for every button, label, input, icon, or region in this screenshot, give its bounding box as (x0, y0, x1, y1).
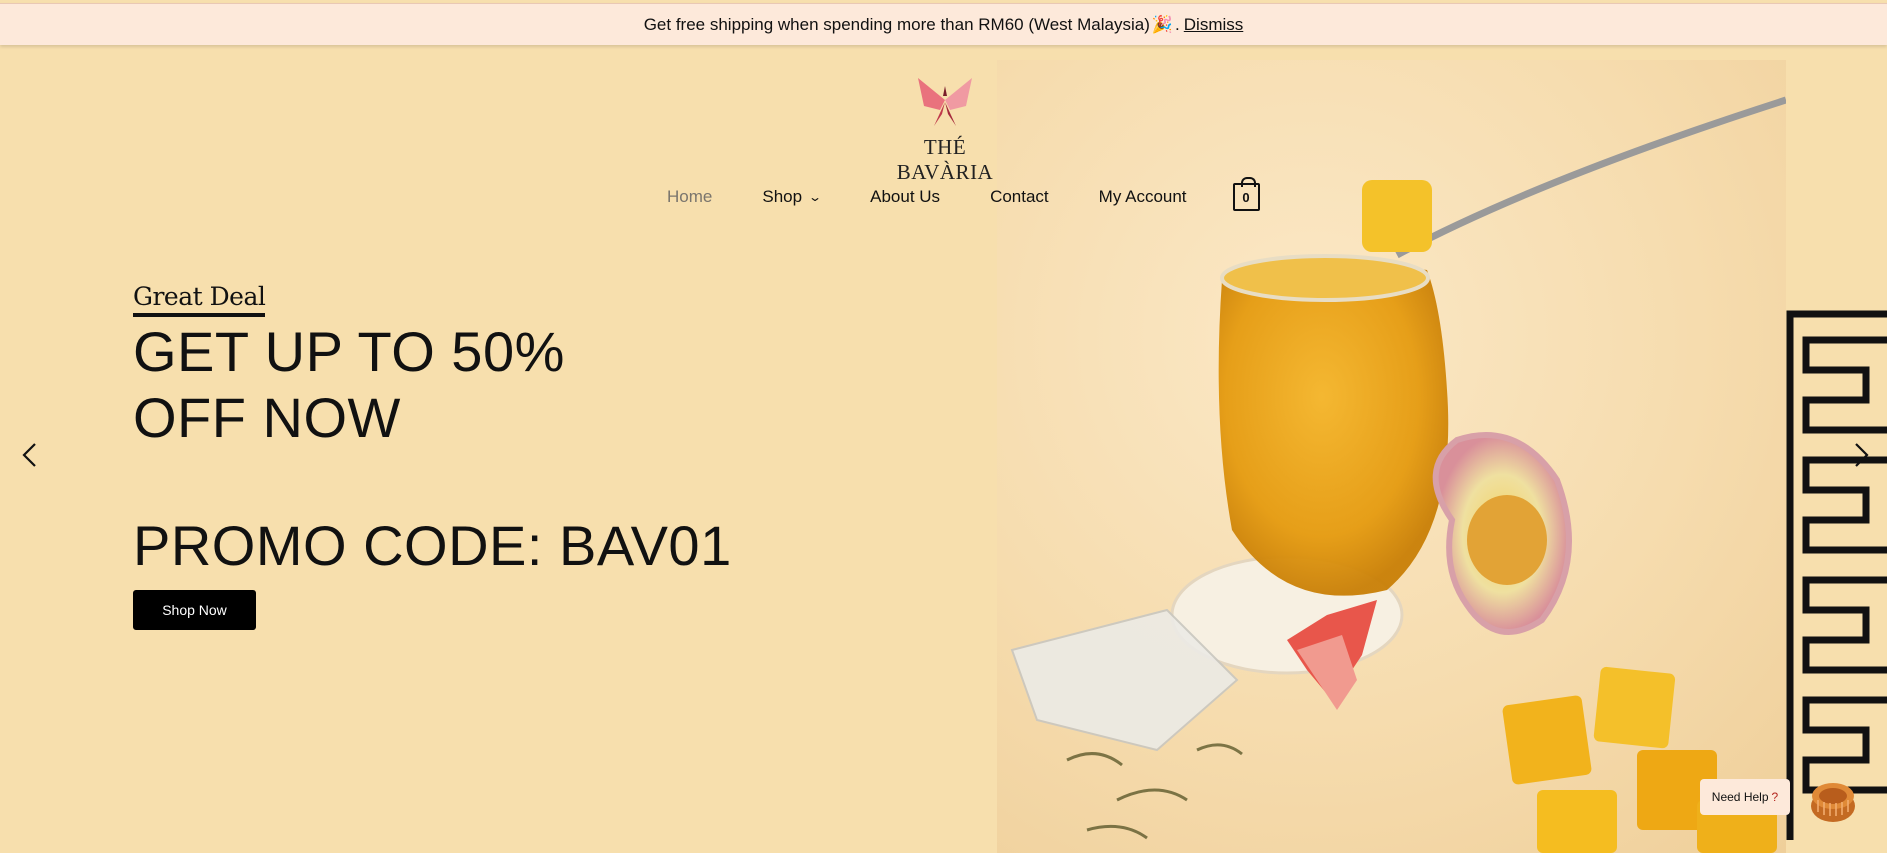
question-mark-icon: ? (1771, 790, 1779, 804)
nav-item-home[interactable]: Home (667, 187, 712, 207)
party-icon: 🎉 (1151, 14, 1174, 34)
hero-headline-line1: GET UP TO 50% (133, 320, 565, 383)
announcement-suffix: . (1175, 14, 1180, 34)
nav-label: Home (667, 187, 713, 206)
hero-eyebrow: Great Deal (133, 282, 266, 317)
hero-text: Great Deal GET UP TO 50% OFF NOW PROMO C… (133, 282, 732, 579)
nav-item-shop[interactable]: Shop ⌄ (762, 187, 823, 207)
dismiss-link[interactable]: Dismiss (1184, 15, 1244, 35)
promo-code: PROMO CODE: BAV01 (133, 514, 732, 577)
chevron-left-icon[interactable] (16, 440, 46, 470)
cart-count: 0 (1242, 189, 1250, 205)
nav-item-account[interactable]: My Account (1099, 187, 1187, 207)
cart-icon[interactable]: 0 (1232, 177, 1260, 211)
decorative-pattern (1786, 300, 1887, 853)
hero-headline: GET UP TO 50% OFF NOW (133, 319, 732, 451)
nav-label: Shop (762, 187, 803, 206)
chevron-right-icon[interactable] (1845, 440, 1875, 470)
announcement-text: Get free shipping when spending more tha… (643, 14, 1150, 34)
nav-item-contact[interactable]: Contact (990, 187, 1049, 207)
butterfly-logo-icon (918, 78, 972, 126)
shop-now-button[interactable]: Shop Now (133, 590, 256, 630)
hero-product-image (997, 60, 1786, 853)
need-help-label: Need Help (1711, 790, 1769, 804)
nav-item-about[interactable]: About Us (870, 187, 940, 207)
need-help-button[interactable]: Need Help ? (1700, 779, 1790, 815)
main-nav: Home Shop ⌄ About Us Contact My Account … (667, 177, 1260, 211)
nav-label: Contact (990, 187, 1049, 206)
announcement-bar: Get free shipping when spending more tha… (0, 3, 1887, 45)
nav-label: About Us (870, 187, 941, 206)
nav-label: My Account (1098, 187, 1187, 206)
hero-headline-line2: OFF NOW (133, 386, 401, 449)
brand-name: THÉ BAVÀRIA (896, 135, 994, 184)
chevron-down-icon: ⌄ (808, 190, 823, 204)
brand-logo[interactable]: THÉ BAVÀRIA (880, 76, 1010, 185)
mooncake-icon[interactable] (1808, 776, 1858, 824)
